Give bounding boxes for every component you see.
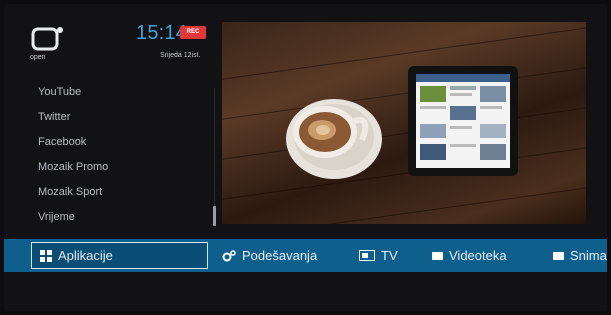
grid-icon (40, 249, 52, 262)
menu-label-videoteka: Videoteka (449, 248, 507, 263)
app-list-scroll-thumb[interactable] (213, 206, 216, 226)
menu-item-tv[interactable]: TV (359, 239, 398, 272)
app-item-youtube[interactable]: YouTube (38, 80, 108, 105)
app-item-facebook[interactable]: Facebook (38, 130, 108, 155)
menu-label-tv: TV (381, 248, 398, 263)
logo-mark-icon (31, 27, 63, 51)
menu-label-snima: Snima (570, 248, 607, 263)
logo-text: open (30, 54, 46, 61)
app-item-twitter[interactable]: Twitter (38, 105, 108, 130)
menu-item-aplikacije[interactable]: Aplikacije (31, 242, 208, 269)
menu-item-snima[interactable]: Snima (553, 239, 607, 272)
preview-image (222, 22, 586, 224)
open-logo: open (30, 26, 70, 62)
menu-item-podesavanja[interactable]: Podešavanja (222, 239, 317, 272)
menu-label-aplikacije: Aplikacije (58, 248, 113, 263)
rec-badge: REC (180, 26, 206, 39)
coffee-tablet-photo (286, 66, 518, 179)
tv-icon (359, 250, 375, 261)
record-icon (553, 251, 564, 260)
gear-icon (222, 249, 236, 261)
video-icon (432, 251, 443, 260)
app-list: YouTube Twitter Facebook Mozaik Promo Mo… (38, 80, 108, 230)
menu-item-videoteka[interactable]: Videoteka (432, 239, 507, 272)
date-label: Srijeda 12ist. (160, 52, 201, 59)
menu-label-podesavanja: Podešavanja (242, 248, 318, 263)
app-item-mozaik-sport[interactable]: Mozaik Sport (38, 180, 108, 205)
app-item-mozaik-promo[interactable]: Mozaik Promo (38, 155, 108, 180)
main-menu-bar: Aplikacije Podešavanja TV Videoteka Snim… (4, 239, 607, 272)
app-item-vrijeme[interactable]: Vrijeme (38, 205, 108, 230)
